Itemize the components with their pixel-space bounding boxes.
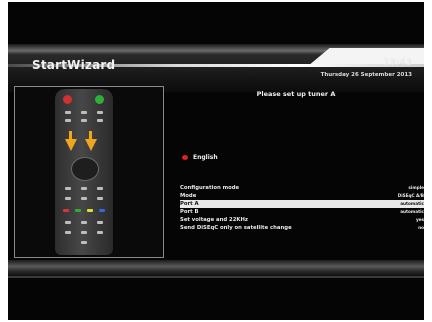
remote-key [65, 197, 71, 200]
remote-key [65, 231, 71, 234]
dpad-image [71, 157, 99, 181]
remote-key [97, 119, 103, 122]
flag-icon [182, 155, 188, 160]
remote-key [97, 111, 103, 114]
setting-value: yes [415, 217, 424, 222]
language-option[interactable]: English [182, 154, 218, 161]
remote-key [65, 221, 71, 224]
power-button-image [63, 95, 72, 104]
clock-date: Thursday 26 September 2013 [320, 72, 412, 78]
remote-key [81, 231, 87, 234]
remote-key [81, 241, 87, 244]
remote-key [81, 119, 87, 122]
footer-bar [8, 260, 424, 276]
remote-key [81, 111, 87, 114]
tuner-setup-panel: Please set up tuner A English Configurat… [168, 86, 424, 258]
setting-label: Configuration mode [180, 185, 240, 191]
remote-key [81, 187, 87, 190]
setting-value: DiSEqC A/B [397, 193, 424, 198]
remote-key [65, 111, 71, 114]
green-key-image [75, 209, 81, 212]
remote-key [97, 231, 103, 234]
remote-key [97, 197, 103, 200]
setup-prompt: Please set up tuner A [256, 90, 336, 98]
setting-value: simple [408, 185, 424, 190]
clock-time: 13:43 [383, 58, 412, 68]
setting-port-a[interactable]: Port A automatic [180, 200, 424, 208]
language-label: English [193, 154, 218, 161]
footer-divider [8, 276, 424, 278]
remote-image-panel [14, 86, 164, 258]
settings-list: Configuration mode simple Mode DiSEqC A/… [180, 184, 424, 232]
setting-configuration-mode[interactable]: Configuration mode simple [180, 184, 424, 192]
remote-key [65, 187, 71, 190]
setting-label: Send DiSEqC only on satellite change [180, 225, 292, 231]
setting-diseqc-on-change[interactable]: Send DiSEqC only on satellite change no [180, 224, 424, 232]
blue-key-image [99, 209, 105, 212]
remote-control-image [55, 89, 113, 255]
arrow-down-icon [84, 139, 97, 151]
remote-key [81, 197, 87, 200]
setting-label: Port A [180, 201, 199, 207]
remote-key [97, 187, 103, 190]
arrow-down-icon [64, 139, 77, 151]
setting-label: Set voltage and 22KHz [180, 217, 248, 223]
green-button-image [95, 95, 104, 104]
setting-value: no [418, 225, 424, 230]
setting-voltage-22khz[interactable]: Set voltage and 22KHz yes [180, 216, 424, 224]
tv-screen: StartWizard 13:43 Thursday 26 September … [8, 2, 424, 320]
remote-key [97, 221, 103, 224]
setting-label: Mode [180, 193, 197, 199]
setting-value: automatic [400, 209, 424, 214]
remote-key [81, 221, 87, 224]
page-title: StartWizard [32, 58, 116, 72]
remote-key [65, 119, 71, 122]
setting-mode[interactable]: Mode DiSEqC A/B [180, 192, 424, 200]
yellow-key-image [87, 209, 93, 212]
setting-value: automatic [400, 201, 424, 206]
red-key-image [63, 209, 69, 212]
setting-label: Port B [180, 209, 199, 215]
setting-port-b[interactable]: Port B automatic [180, 208, 424, 216]
